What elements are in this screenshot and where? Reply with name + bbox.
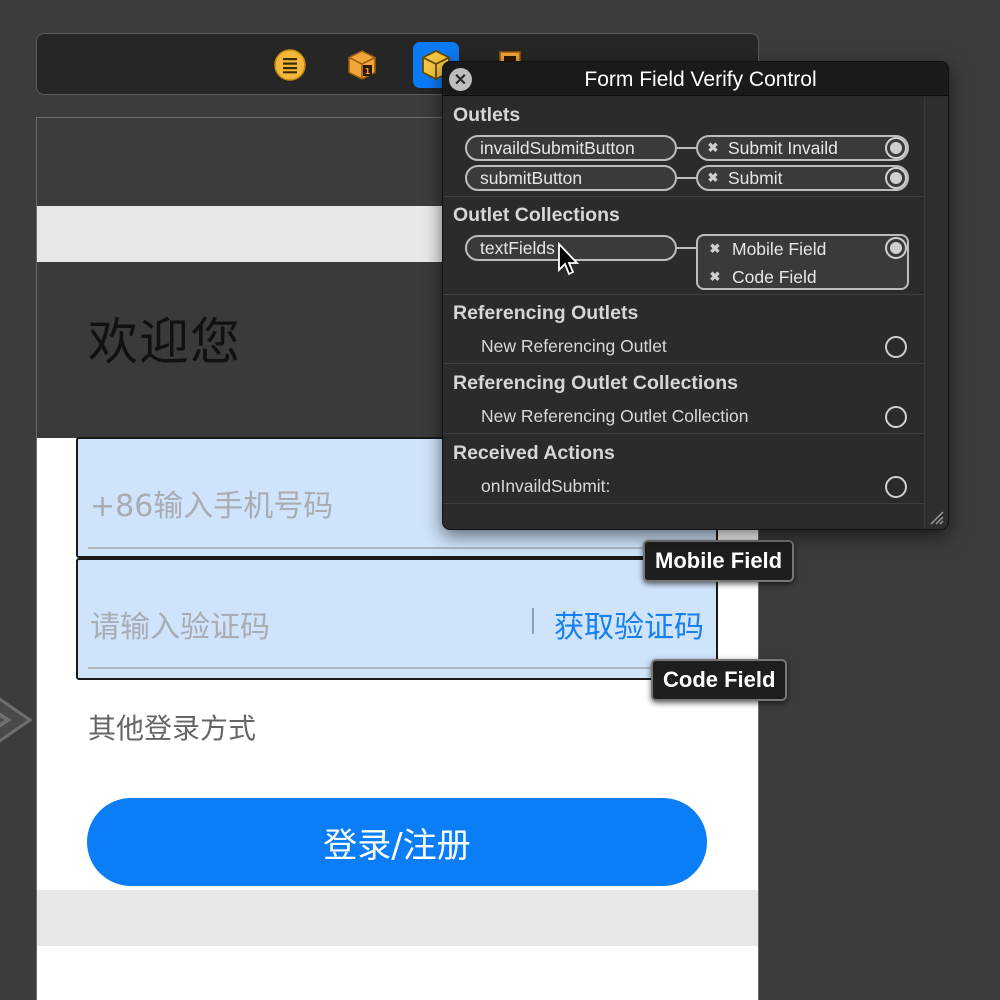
section-divider [443,294,924,295]
outlet-target-label: Submit [728,167,783,188]
outlet-collection-targets: ✖ Mobile Field ✖ Code Field [696,234,909,290]
outlet-submit-button[interactable]: submitButton [465,165,677,191]
section-divider [443,196,924,197]
received-actions-header: Received Actions [453,442,615,464]
collection-target-code-field[interactable]: ✖ Code Field [698,264,817,290]
collection-connected-radio[interactable] [885,237,907,259]
other-login-link[interactable]: 其他登录方式 [88,707,256,747]
referencing-outlets-header: Referencing Outlets [453,302,639,324]
popover-scrollbar[interactable] [924,97,948,529]
new-referencing-outlet-collection: New Referencing Outlet Collection [481,406,749,426]
outlet-invaild-submit-button[interactable]: invaildSubmitButton [465,135,677,161]
segue-arrow-icon[interactable] [0,682,32,758]
first-responder-icon[interactable]: 1 [339,42,385,88]
outlet-target-submit-invaild[interactable]: ✖ Submit Invaild [696,135,909,161]
get-code-button[interactable]: 获取验证码 [554,602,704,646]
outlet-connected-radio[interactable] [885,167,907,189]
mouse-cursor-icon [558,242,580,276]
popover-title: Form Field Verify Control [584,68,817,91]
mobile-field-placeholder: +86输入手机号码 [90,489,334,524]
section-divider [443,433,924,434]
new-referencing-outlet: New Referencing Outlet [481,336,667,356]
referencing-outlet-collections-header: Referencing Outlet Collections [453,372,738,394]
bottom-spacer [37,890,758,946]
new-referencing-outlet-radio[interactable] [885,336,907,358]
resize-handle-icon[interactable] [928,509,944,525]
received-action-radio[interactable] [885,476,907,498]
new-referencing-outlet-collection-radio[interactable] [885,406,907,428]
connection-line [677,247,697,249]
outlet-target-submit[interactable]: ✖ Submit [696,165,909,191]
welcome-title: 欢迎您 [88,313,241,371]
mobile-field-underline [88,547,706,549]
outlet-collections-header: Outlet Collections [453,204,620,226]
collection-target-label: Code Field [732,266,817,287]
outlets-header: Outlets [453,104,521,126]
section-divider [443,503,924,504]
collection-target-label: Mobile Field [732,238,827,259]
collection-target-mobile-field[interactable]: ✖ Mobile Field [698,236,827,262]
connection-line [677,177,697,179]
remove-connection-icon[interactable]: ✖ [698,269,732,285]
connections-popover: ✕ Form Field Verify Control Outlets inva… [442,61,949,530]
remove-connection-icon[interactable]: ✖ [698,140,728,156]
code-field[interactable]: 请输入验证码 获取验证码 [76,558,718,680]
svg-text:1: 1 [365,67,371,76]
connection-line [677,147,697,149]
section-divider [443,363,924,364]
code-field-divider [532,608,534,634]
view-controller-icon[interactable] [267,42,313,88]
code-field-placeholder: 请输入验证码 [90,610,270,645]
bottom-area [37,946,758,1000]
outlet-connected-radio[interactable] [885,137,907,159]
code-field-tag: Code Field [651,659,788,701]
code-field-underline [88,667,706,669]
received-action-on-invaild-submit: onInvaildSubmit: [481,476,611,496]
mobile-field-tag: Mobile Field [643,540,795,582]
login-register-button[interactable]: 登录/注册 [87,798,707,886]
remove-connection-icon[interactable]: ✖ [698,170,728,186]
remove-connection-icon[interactable]: ✖ [698,241,732,257]
outlet-target-label: Submit Invaild [728,137,838,158]
